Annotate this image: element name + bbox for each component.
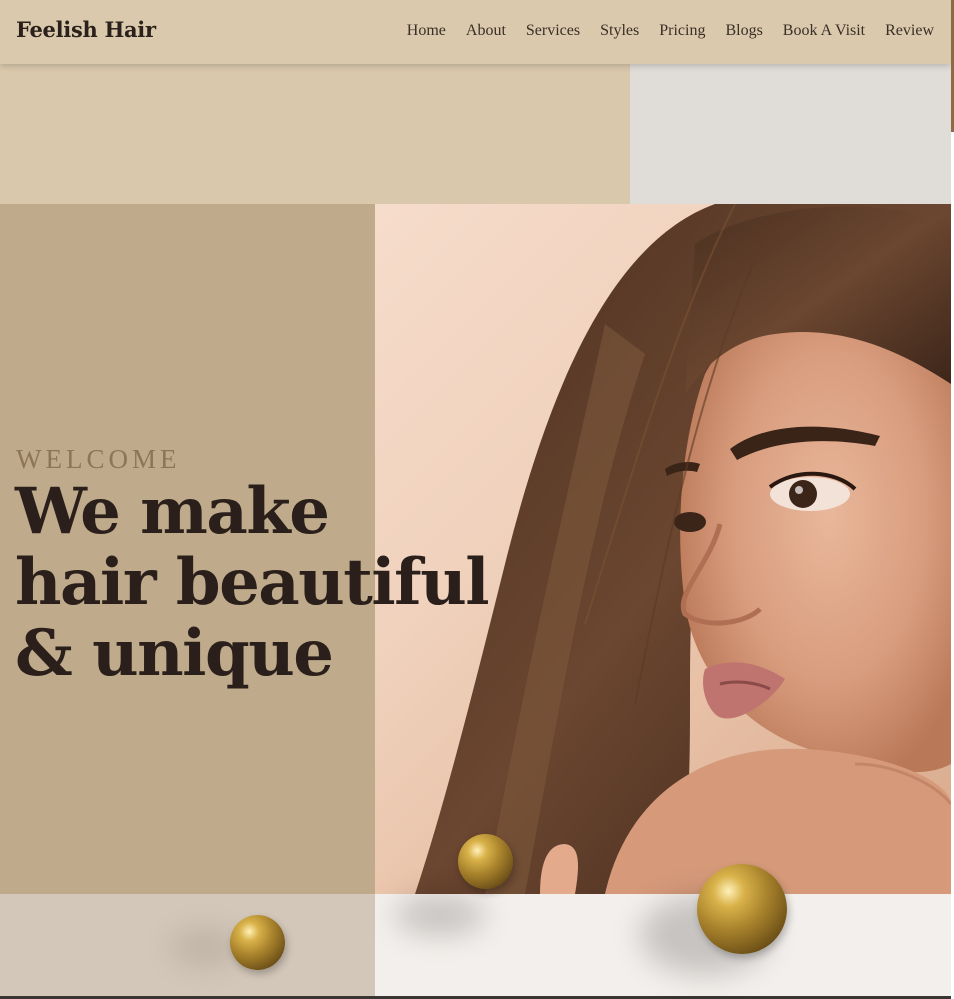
top-band-right (630, 64, 951, 204)
top-band-left (0, 64, 630, 204)
gold-sphere-icon (697, 864, 787, 954)
main-nav: Home About Services Styles Pricing Blogs… (407, 22, 934, 40)
gold-sphere-icon (230, 915, 285, 970)
page: Feelish Hair Home About Services Styles … (0, 0, 951, 999)
headline-line-2: hair beautiful (15, 545, 490, 620)
nav-book-a-visit[interactable]: Book A Visit (783, 22, 865, 40)
nav-styles[interactable]: Styles (600, 22, 639, 40)
nav-pricing[interactable]: Pricing (659, 22, 705, 40)
nav-blogs[interactable]: Blogs (725, 22, 762, 40)
hero-eyebrow: WELCOME (16, 444, 181, 474)
nav-services[interactable]: Services (526, 22, 580, 40)
brand-logo[interactable]: Feelish Hair (16, 17, 156, 42)
site-header: Feelish Hair Home About Services Styles … (0, 0, 951, 64)
gold-sphere-icon (458, 834, 513, 889)
sphere-shadow (395, 895, 485, 935)
headline-line-3: & unique (15, 616, 334, 691)
hero-headline: We make hair beautiful & unique (15, 474, 490, 691)
nav-review[interactable]: Review (885, 22, 934, 40)
nav-about[interactable]: About (466, 22, 506, 40)
headline-line-1: We make (15, 474, 330, 549)
nav-home[interactable]: Home (407, 22, 446, 40)
